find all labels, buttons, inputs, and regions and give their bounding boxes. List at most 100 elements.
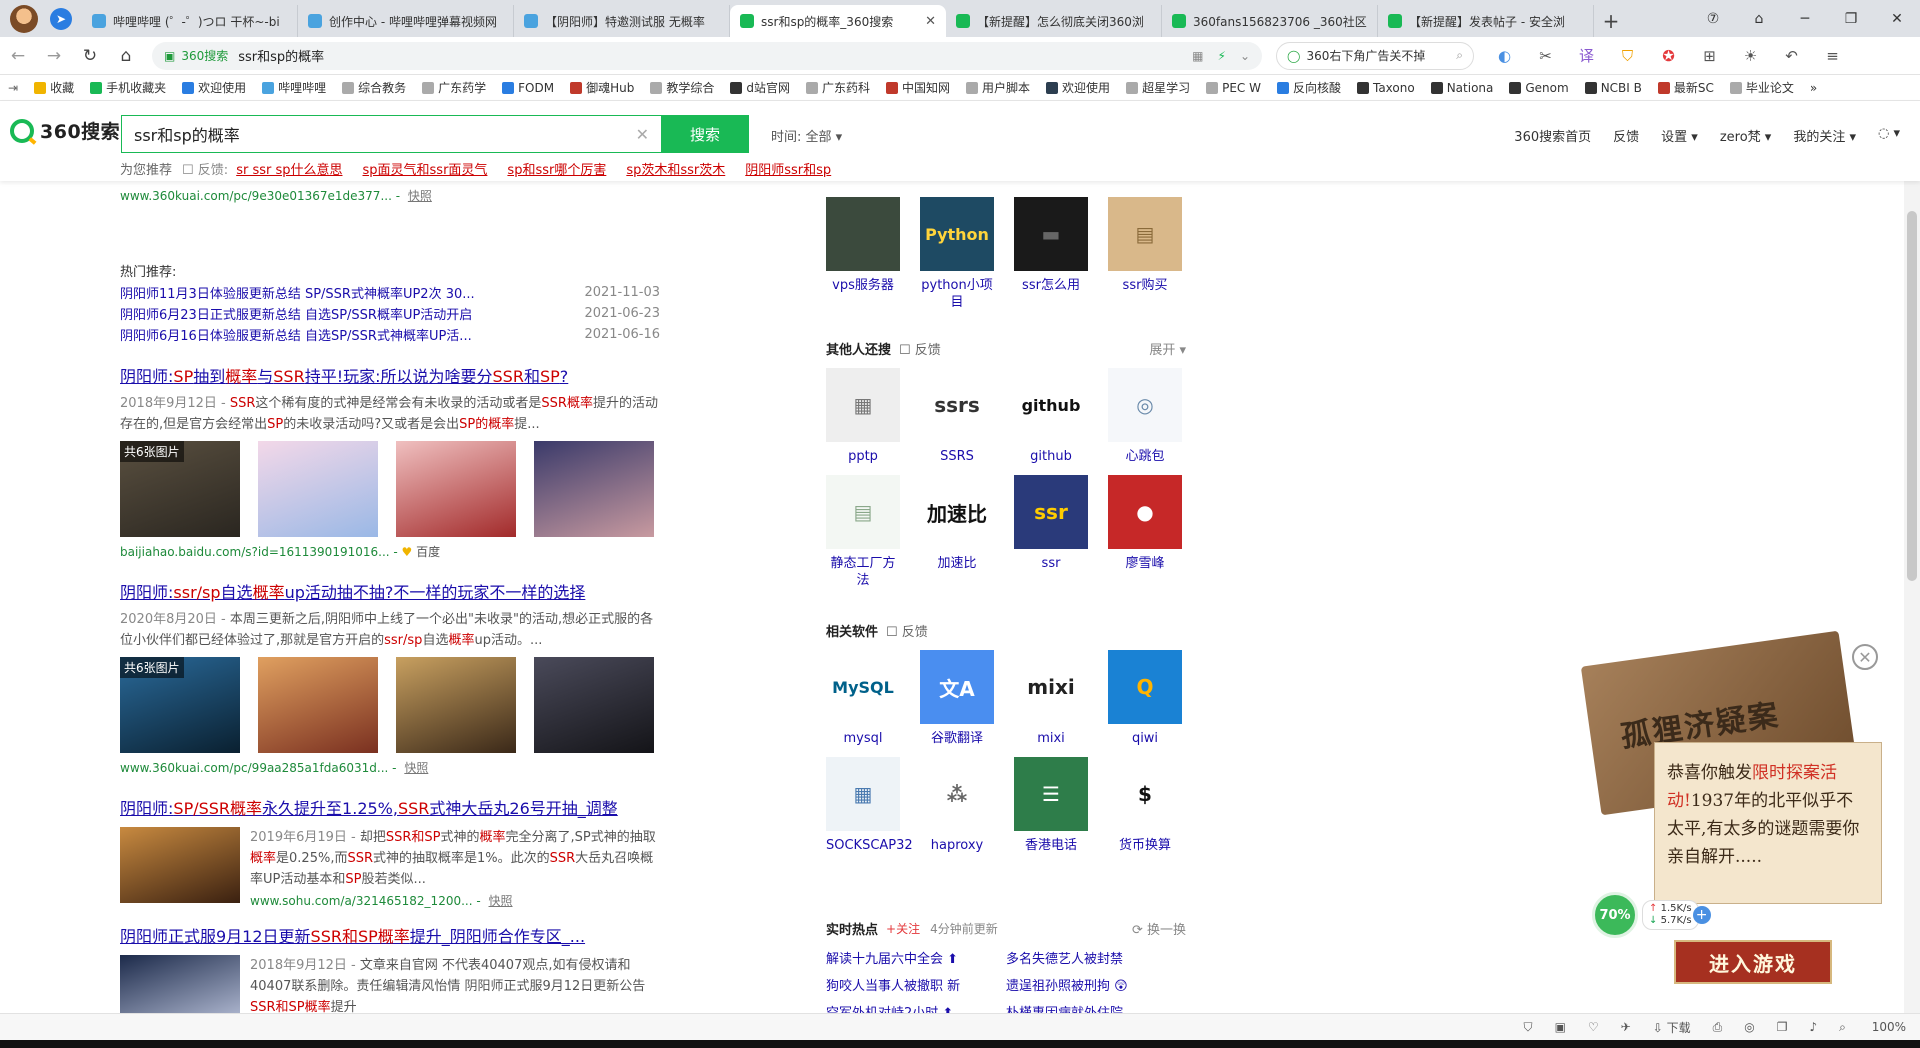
panel-item-label[interactable]: SSRS	[920, 448, 994, 465]
panel-item-image[interactable]: ▤	[826, 475, 900, 549]
recommend-link[interactable]: sp和ssr哪个厉害	[507, 159, 606, 178]
compass-icon[interactable]: ➤	[50, 8, 72, 30]
panel-item-label[interactable]: ssr	[1014, 555, 1088, 572]
hot-item[interactable]: 阴阳师11月3日体验服更新总结 SP/SSR式神概率UP2次 30... 2021…	[120, 282, 660, 303]
panel-item-image[interactable]: ▦	[826, 368, 900, 442]
ad-close-icon[interactable]: ✕	[1852, 644, 1878, 670]
hot-title[interactable]: 阴阳师11月3日体验服更新总结 SP/SSR式神概率UP2次 30...	[120, 283, 475, 302]
bookmark-item[interactable]: Genom	[1501, 81, 1576, 95]
panel-item[interactable]: 加速比 加速比	[920, 475, 994, 589]
panel-item-image[interactable]: ssr	[1014, 475, 1088, 549]
search-input[interactable]: ssr和sp的概率 ✕	[121, 115, 661, 153]
panel-item-image[interactable]: $	[1108, 757, 1182, 831]
panel-item[interactable]: ▦ SOCKSCAP32	[826, 757, 913, 854]
hot-item[interactable]: 阴阳师6月23日正式服更新总结 自选SP/SSR概率UP活动开启 2021-06-…	[120, 303, 660, 324]
home-icon[interactable]: ⌂	[108, 46, 144, 66]
browser-tab[interactable]: 创作中心 - 哔哩哔哩弹幕视频网	[298, 5, 514, 37]
thumbnail[interactable]	[396, 657, 516, 753]
rocket-icon[interactable]: ✈	[1621, 1020, 1631, 1034]
panel-item-label[interactable]: mysql	[826, 730, 900, 747]
browser-tab[interactable]: ssr和sp的概率_360搜索 ✕	[730, 5, 946, 37]
address-url[interactable]: ssr和sp的概率	[238, 46, 1178, 65]
bookmark-item[interactable]: 御魂Hub	[562, 79, 642, 96]
panel-item-image[interactable]: ▦	[826, 757, 900, 831]
chevron-down-icon[interactable]: ⌄	[1240, 49, 1250, 63]
volume-icon[interactable]: ♪	[1809, 1020, 1817, 1034]
source-link[interactable]: 百度	[416, 545, 440, 559]
more-bookmarks-icon[interactable]: »	[1802, 81, 1825, 95]
vertical-scrollbar[interactable]	[1904, 181, 1920, 1013]
panel-item-label[interactable]: vps服务器	[826, 277, 900, 294]
hot-topic-item[interactable]: 遗逞祖孙照被刑拘 😲	[1006, 975, 1186, 994]
window-icon[interactable]: ❐	[1777, 1020, 1788, 1034]
enter-game-button[interactable]: 进入游戏	[1674, 940, 1832, 984]
tab-count-icon[interactable]: ⑦	[1690, 11, 1736, 27]
hot-topic-item[interactable]: 狗咬人当事人被撤职 新	[826, 975, 1006, 994]
panel-item-label[interactable]: 货币换算	[1108, 837, 1182, 854]
snapshot-link[interactable]: 快照	[408, 189, 432, 203]
bookmark-item[interactable]: 哔哩哔哩	[254, 79, 334, 96]
hot-item[interactable]: 阴阳师6月16日体验服更新总结 自选SP/SSR式神概率UP活... 2021-0…	[120, 324, 660, 345]
hot-topic-item[interactable]: 空军外机对峙2小时 ⬆	[826, 1002, 1006, 1013]
toolbar-search-box[interactable]: ◯ 360右下角广告关不掉 ⌕	[1276, 41, 1474, 70]
thumbnail[interactable]	[534, 657, 654, 753]
panel-item-image[interactable]: ☰	[1014, 757, 1088, 831]
panel-item[interactable]: ssrs SSRS	[920, 368, 994, 465]
undo-icon[interactable]: ↶	[1771, 47, 1812, 65]
thumbnail[interactable]: 共6张图片	[120, 441, 240, 537]
panel-item[interactable]: $ 货币换算	[1108, 757, 1182, 854]
panel-item[interactable]: ⁂ haproxy	[920, 757, 994, 854]
browser-tab[interactable]: 【新提醒】怎么彻底关闭360浏	[946, 5, 1162, 37]
browser-tab[interactable]: 360fans156823706 _360社区	[1162, 5, 1378, 37]
panel-item-image[interactable]: ●	[1108, 475, 1182, 549]
menu-icon[interactable]: ≡	[1812, 47, 1853, 65]
sidebar-toggle-icon[interactable]: ⇥	[0, 81, 26, 95]
download-button[interactable]: ⇩ 下载	[1653, 1019, 1691, 1036]
clear-icon[interactable]: ✕	[636, 125, 649, 144]
bookmark-item[interactable]: Nationa	[1423, 81, 1502, 95]
recommend-link[interactable]: sr ssr sp什么意思	[236, 159, 342, 178]
panel-item-label[interactable]: ssr怎么用	[1014, 277, 1088, 294]
bookmark-item[interactable]: 最新SC	[1650, 79, 1722, 96]
header-link[interactable]: ◌ ▾	[1878, 126, 1900, 145]
bookmark-item[interactable]: FODM	[494, 81, 562, 95]
panel-item[interactable]: ssr ssr	[1014, 475, 1088, 589]
panel-item[interactable]: MySQL mysql	[826, 650, 900, 747]
bookmark-item[interactable]: 中国知网	[878, 79, 958, 96]
header-link[interactable]: 设置 ▾	[1661, 126, 1698, 145]
bookmark-item[interactable]: PEC W	[1198, 81, 1269, 95]
panel-item-label[interactable]: github	[1014, 448, 1088, 465]
back-icon[interactable]: ←	[0, 46, 36, 66]
hot-title[interactable]: 阴阳师6月16日体验服更新总结 自选SP/SSR式神概率UP活...	[120, 325, 472, 344]
panel-item-label[interactable]: 加速比	[920, 555, 994, 572]
bookmark-item[interactable]: 欢迎使用	[1038, 79, 1118, 96]
thumbnail[interactable]: 共6张图片	[120, 657, 240, 753]
restore-icon[interactable]: ❐	[1828, 11, 1874, 27]
panel-item-image[interactable]: Q	[1108, 650, 1182, 724]
bookmark-item[interactable]: NCBI B	[1577, 81, 1650, 95]
bookmark-item[interactable]: 超星学习	[1118, 79, 1198, 96]
panel-item-label[interactable]: ssr购买	[1108, 277, 1182, 294]
panel-item-image[interactable]	[826, 197, 900, 271]
minimize-icon[interactable]: ─	[1782, 11, 1828, 27]
bookmark-item[interactable]: Taxono	[1349, 81, 1423, 95]
brightness-icon[interactable]: ☀	[1730, 47, 1771, 65]
shield-ext-icon[interactable]: ⛉	[1607, 47, 1648, 65]
panel-item-image[interactable]: Python	[920, 197, 994, 271]
panel-item[interactable]: mixi mixi	[1014, 650, 1088, 747]
panel-item[interactable]: ● 廖雪峰	[1108, 475, 1182, 589]
panel-item-label[interactable]: 谷歌翻译	[920, 730, 994, 747]
panel-item-label[interactable]: python小项目	[920, 277, 994, 311]
lightning-icon[interactable]: ⚡	[1218, 49, 1226, 63]
refresh-button[interactable]: ⟳ 换一换	[1132, 919, 1186, 938]
search-icon[interactable]: ⌕	[1456, 48, 1463, 63]
hot-topic-item[interactable]: 多名失德艺人被封禁	[1006, 948, 1186, 967]
panel-item[interactable]: ▤ 静态工厂方法	[826, 475, 900, 589]
panel-item[interactable]: ▦ pptp	[826, 368, 900, 465]
forward-icon[interactable]: →	[36, 46, 72, 66]
hot-topic-item[interactable]: 朴槿惠因病就外住院	[1006, 1002, 1186, 1013]
bookmark-item[interactable]: 综合教务	[334, 79, 414, 96]
toolbar-search-text[interactable]: 360右下角广告关不掉	[1306, 47, 1456, 64]
url-text[interactable]: www.360kuai.com/pc/99aa285a1fda6031d...	[120, 761, 388, 775]
follow-button[interactable]: +关注	[886, 920, 920, 937]
